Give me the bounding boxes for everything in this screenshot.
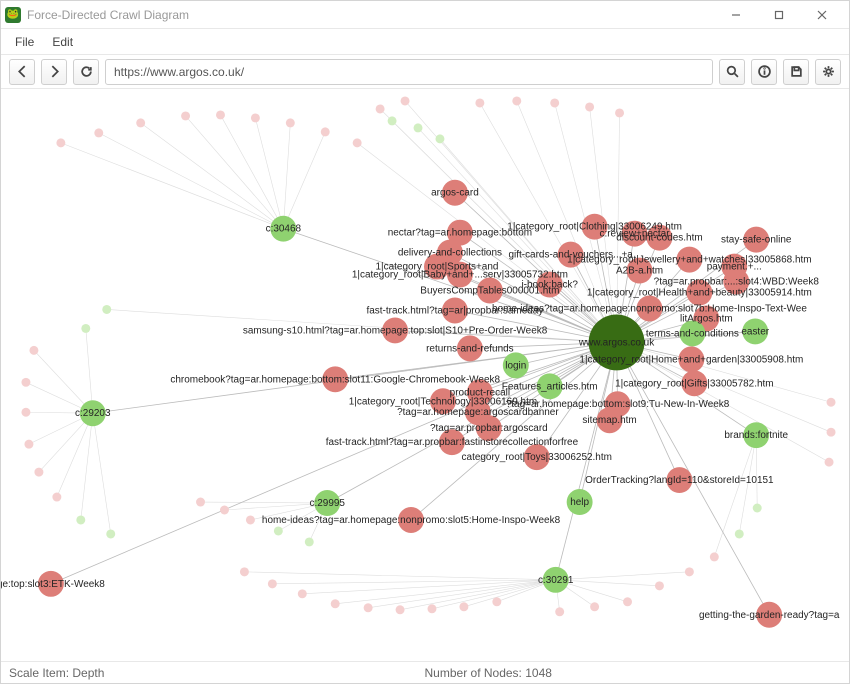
- toolbar: [1, 55, 849, 89]
- graph-node[interactable]: [524, 444, 550, 470]
- graph-node[interactable]: [681, 370, 707, 396]
- refresh-button[interactable]: [73, 59, 99, 85]
- graph-node[interactable]: [676, 247, 702, 273]
- graph-node[interactable]: [666, 467, 692, 493]
- graph-node[interactable]: [382, 317, 408, 343]
- menubar: File Edit: [1, 29, 849, 55]
- graph-node[interactable]: [742, 318, 768, 344]
- graph-node[interactable]: [38, 571, 64, 597]
- maximize-icon[interactable]: [758, 4, 800, 26]
- graph-node[interactable]: [679, 320, 705, 346]
- graph-node[interactable]: [447, 262, 473, 288]
- statusbar: Scale Item: Depth Number of Nodes: 1048: [1, 661, 849, 683]
- window-controls: [715, 4, 843, 26]
- forward-button[interactable]: [41, 59, 67, 85]
- close-icon[interactable]: [801, 4, 843, 26]
- titlebar: 🐸 Force-Directed Crawl Diagram: [1, 1, 849, 29]
- menu-edit[interactable]: Edit: [52, 35, 73, 49]
- graph-node[interactable]: [322, 366, 348, 392]
- back-button[interactable]: [9, 59, 35, 85]
- graph-node[interactable]: [270, 216, 296, 242]
- graph-node[interactable]: [678, 346, 704, 372]
- info-button[interactable]: [751, 59, 777, 85]
- settings-button[interactable]: [815, 59, 841, 85]
- graph-node[interactable]: [442, 298, 468, 324]
- graph-node[interactable]: [646, 225, 672, 251]
- graph-node[interactable]: [622, 221, 648, 247]
- graph-node[interactable]: [723, 269, 749, 295]
- menu-file[interactable]: File: [15, 35, 34, 49]
- graph-root-node[interactable]: [589, 314, 645, 370]
- graph-node[interactable]: [314, 490, 340, 516]
- graph-node[interactable]: [424, 254, 450, 280]
- scale-item-label: Scale Item: Depth: [1, 666, 417, 680]
- graph-node[interactable]: [686, 280, 712, 306]
- app-icon: 🐸: [5, 7, 21, 23]
- graph-node[interactable]: [477, 278, 503, 304]
- graph-node[interactable]: [442, 180, 468, 206]
- graph-node[interactable]: [430, 388, 456, 414]
- graph-node[interactable]: [503, 352, 529, 378]
- graph-node[interactable]: [567, 489, 593, 515]
- graph-node[interactable]: [457, 335, 483, 361]
- graph-node[interactable]: [439, 429, 465, 455]
- graph-node[interactable]: [558, 242, 584, 268]
- graph-node[interactable]: [537, 272, 563, 298]
- window-title: Force-Directed Crawl Diagram: [27, 8, 189, 22]
- url-input[interactable]: [105, 59, 713, 85]
- search-button[interactable]: [719, 59, 745, 85]
- graph-node[interactable]: [476, 415, 502, 441]
- graph-node[interactable]: [637, 296, 663, 322]
- graph-node[interactable]: [582, 214, 608, 240]
- graph-node[interactable]: [597, 407, 623, 433]
- graph-node[interactable]: [743, 422, 769, 448]
- save-button[interactable]: [783, 59, 809, 85]
- graph-node[interactable]: [398, 507, 424, 533]
- graph-node[interactable]: [627, 258, 653, 284]
- node-count-label: Number of Nodes: 1048: [417, 666, 560, 680]
- graph-node[interactable]: [537, 373, 563, 399]
- graph-node[interactable]: [80, 400, 106, 426]
- graph-node[interactable]: [743, 227, 769, 253]
- graph-canvas[interactable]: www.argos.co.ukargos-cardnectar?tag=ar.h…: [1, 89, 849, 661]
- minimize-icon[interactable]: [715, 4, 757, 26]
- graph-node[interactable]: [543, 567, 569, 593]
- graph-node[interactable]: [756, 602, 782, 628]
